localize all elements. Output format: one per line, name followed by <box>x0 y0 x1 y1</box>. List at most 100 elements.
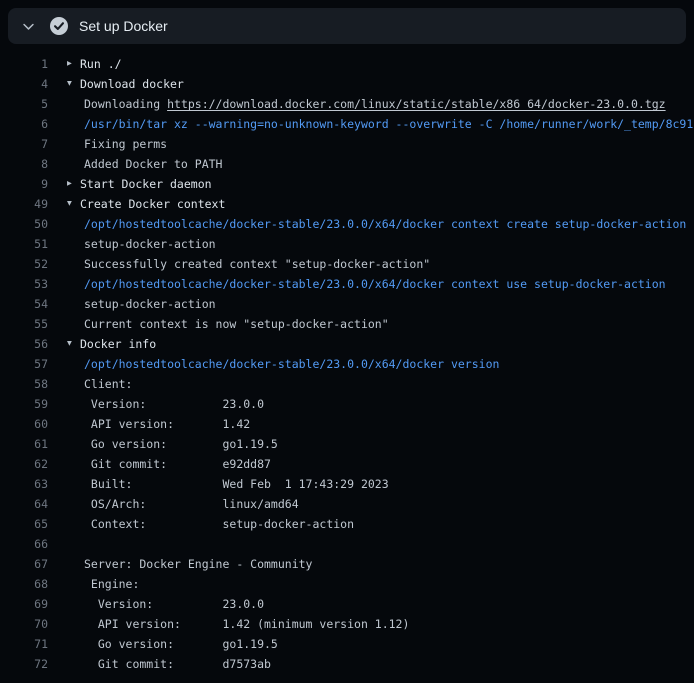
line-number[interactable]: 52 <box>0 254 48 274</box>
log-text: Go version: go1.19.5 <box>84 434 278 454</box>
line-number[interactable]: 58 <box>0 374 48 394</box>
log-text: API version: 1.42 <box>84 414 250 434</box>
line-number[interactable]: 57 <box>0 354 48 374</box>
log-line: 63 Built: Wed Feb 1 17:43:29 2023 <box>0 474 694 494</box>
log-line: 71 Go version: go1.19.5 <box>0 634 694 654</box>
log-text: Client: <box>84 374 132 394</box>
log-text: Version: 23.0.0 <box>84 394 264 414</box>
log-line: 54setup-docker-action <box>0 294 694 314</box>
group-header[interactable]: ▼Download docker <box>67 74 184 94</box>
log-text: API version: 1.42 (minimum version 1.12) <box>84 614 409 634</box>
line-number[interactable]: 6 <box>0 114 48 134</box>
line-number[interactable]: 70 <box>0 614 48 634</box>
log-line: 72 Git commit: d7573ab <box>0 654 694 674</box>
triangle-down-icon[interactable]: ▼ <box>67 74 80 94</box>
line-number[interactable]: 59 <box>0 394 48 414</box>
log-text: Server: Docker Engine - Community <box>84 554 312 574</box>
log-text: Context: setup-docker-action <box>84 514 354 534</box>
line-number[interactable]: 51 <box>0 234 48 254</box>
log-line: 61 Go version: go1.19.5 <box>0 434 694 454</box>
line-number[interactable]: 7 <box>0 134 48 154</box>
line-number[interactable]: 4 <box>0 74 48 94</box>
log-line: 9 ▶Start Docker daemon <box>0 174 694 194</box>
log-line: 66 <box>0 534 694 554</box>
log-link[interactable]: https://download.docker.com/linux/static… <box>167 97 666 111</box>
line-number[interactable]: 64 <box>0 494 48 514</box>
command-text: /opt/hostedtoolcache/docker-stable/23.0.… <box>84 274 666 294</box>
line-number[interactable]: 55 <box>0 314 48 334</box>
log-text: Current context is now "setup-docker-act… <box>84 314 389 334</box>
group-title[interactable]: Start Docker daemon <box>80 174 212 194</box>
log-line: 49 ▼Create Docker context <box>0 194 694 214</box>
group-header[interactable]: ▼Create Docker context <box>67 194 225 214</box>
triangle-right-icon[interactable]: ▶ <box>67 174 80 194</box>
line-number[interactable]: 67 <box>0 554 48 574</box>
line-number[interactable]: 61 <box>0 434 48 454</box>
log-viewer: Set up Docker 1▶Run ./4▼Download docker5… <box>0 0 694 683</box>
line-number[interactable]: 1 <box>0 54 48 74</box>
log-text: Downloading https://download.docker.com/… <box>84 94 666 114</box>
group-title[interactable]: Run ./ <box>80 54 122 74</box>
log-line: 56 ▼Docker info <box>0 334 694 354</box>
line-number[interactable]: 72 <box>0 654 48 674</box>
log-line: 4 ▼Download docker <box>0 74 694 94</box>
log-lines-container: 1▶Run ./4▼Download docker5Downloading ht… <box>0 44 694 683</box>
line-number[interactable]: 9 <box>0 174 48 194</box>
log-line: 8 Added Docker to PATH <box>0 154 694 174</box>
group-header[interactable]: ▶Start Docker daemon <box>67 174 212 194</box>
log-line: 68 Engine: <box>0 574 694 594</box>
group-title[interactable]: Create Docker context <box>80 194 225 214</box>
log-line: 69 Version: 23.0.0 <box>0 594 694 614</box>
log-text: Engine: <box>84 574 139 594</box>
line-number[interactable]: 66 <box>0 534 48 554</box>
log-text: OS/Arch: linux/amd64 <box>84 494 299 514</box>
log-text: Git commit: e92dd87 <box>84 454 271 474</box>
log-line: 5 Downloading https://download.docker.com… <box>0 94 694 114</box>
line-number[interactable]: 8 <box>0 154 48 174</box>
line-number[interactable]: 54 <box>0 294 48 314</box>
line-number[interactable]: 60 <box>0 414 48 434</box>
log-line: 52Successfully created context "setup-do… <box>0 254 694 274</box>
log-line: 6/usr/bin/tar xz --warning=no-unknown-ke… <box>0 114 694 134</box>
log-text: setup-docker-action <box>84 234 216 254</box>
log-text: Added Docker to PATH <box>84 154 222 174</box>
group-header[interactable]: ▼Docker info <box>67 334 156 354</box>
log-text: Fixing perms <box>84 134 167 154</box>
command-text: /opt/hostedtoolcache/docker-stable/23.0.… <box>84 214 686 234</box>
line-number[interactable]: 62 <box>0 454 48 474</box>
line-number[interactable]: 65 <box>0 514 48 534</box>
log-line: 53/opt/hostedtoolcache/docker-stable/23.… <box>0 274 694 294</box>
line-number[interactable]: 63 <box>0 474 48 494</box>
log-text: Built: Wed Feb 1 17:43:29 2023 <box>84 474 389 494</box>
triangle-right-icon[interactable]: ▶ <box>67 54 80 74</box>
line-number[interactable]: 56 <box>0 334 48 354</box>
line-number[interactable]: 50 <box>0 214 48 234</box>
step-title: Set up Docker <box>79 18 168 34</box>
log-line: 50/opt/hostedtoolcache/docker-stable/23.… <box>0 214 694 234</box>
log-line: 62 Git commit: e92dd87 <box>0 454 694 474</box>
triangle-down-icon[interactable]: ▼ <box>67 194 80 214</box>
triangle-down-icon[interactable]: ▼ <box>67 334 80 354</box>
line-number[interactable]: 5 <box>0 94 48 114</box>
log-line: 65 Context: setup-docker-action <box>0 514 694 534</box>
log-line: 1 ▶Run ./ <box>0 54 694 74</box>
group-title[interactable]: Docker info <box>80 334 156 354</box>
log-line: 67 Server: Docker Engine - Community <box>0 554 694 574</box>
log-text: Git commit: d7573ab <box>84 654 271 674</box>
log-text: Version: 23.0.0 <box>84 594 264 614</box>
group-title[interactable]: Download docker <box>80 74 184 94</box>
log-line: 59 Version: 23.0.0 <box>0 394 694 414</box>
chevron-down-icon[interactable] <box>21 19 35 33</box>
log-text: Go version: go1.19.5 <box>84 634 278 654</box>
line-number[interactable]: 71 <box>0 634 48 654</box>
log-line: 60 API version: 1.42 <box>0 414 694 434</box>
log-line: 55 Current context is now "setup-docker-a… <box>0 314 694 334</box>
line-number[interactable]: 53 <box>0 274 48 294</box>
log-line: 51 setup-docker-action <box>0 234 694 254</box>
step-header[interactable]: Set up Docker <box>8 8 686 44</box>
log-line: 70 API version: 1.42 (minimum version 1.… <box>0 614 694 634</box>
group-header[interactable]: ▶Run ./ <box>67 54 122 74</box>
line-number[interactable]: 68 <box>0 574 48 594</box>
line-number[interactable]: 69 <box>0 594 48 614</box>
line-number[interactable]: 49 <box>0 194 48 214</box>
